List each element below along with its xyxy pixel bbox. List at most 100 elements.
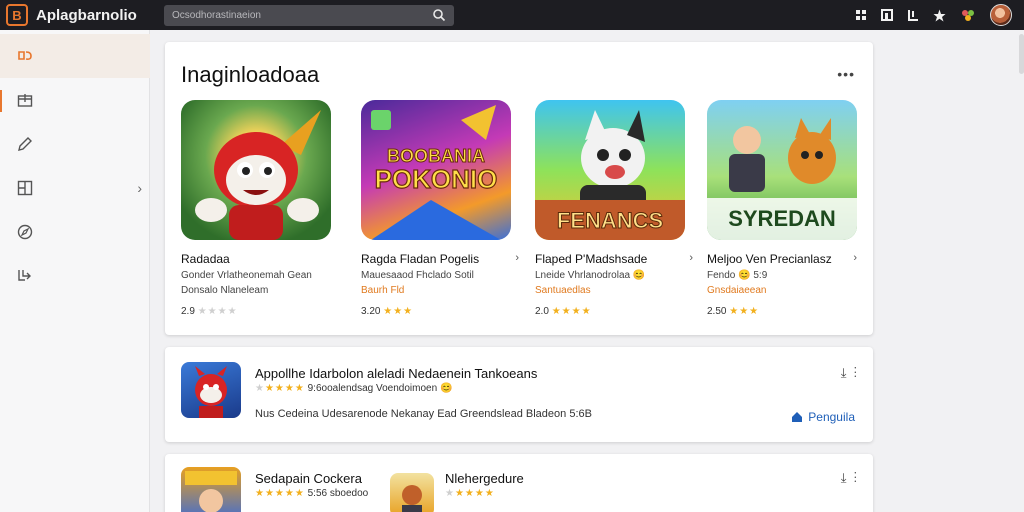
store-icon [17,94,33,107]
section-title: Inaginloadoaa [181,62,320,87]
game-logo-text: FENANCS [557,208,663,233]
app-icon[interactable] [181,362,241,418]
games-icon [18,51,32,60]
app-rating: ★★★★★ 9:6ooalendsag Voendoimoen 😊 [255,383,452,394]
sidebar: › [0,30,150,512]
kebab-menu-icon[interactable]: ⋮ [854,365,857,380]
red-mascot-illustration [195,110,321,240]
game-developer: Fendo 😊 5:9 [707,270,768,281]
game-developer: Mauesaaod Fhclado Sotil [361,270,474,281]
sidebar-item-layout[interactable]: › [0,166,150,210]
search-icon[interactable] [432,8,446,22]
chevron-right-icon[interactable]: › [137,180,142,196]
game-logo-text: POKONIO [375,164,498,194]
app-title[interactable]: Sedapain Cockera [255,471,362,486]
game-developer: Gonder Vrlatheonemah Gean [181,270,312,281]
scrollbar-thumb[interactable] [1019,34,1024,74]
app-description: Nus Cedeina Udesarenode Nekanay Ead Gree… [255,408,592,420]
share-icon[interactable] [855,9,867,21]
game-title[interactable]: Ragda Fladan Pogelis [361,252,511,266]
game-category: Donsalo Nlaneleam [181,285,269,296]
game-artwork[interactable]: SYREDAN [707,100,857,240]
app-icon[interactable] [390,473,434,512]
app-icon[interactable] [181,467,241,512]
rating-text: 9:6ooalendsag Voendoimoen 😊 [307,383,453,394]
game-rating: 2.9 ★★★★ [181,306,238,317]
game-artwork[interactable] [181,100,331,240]
sidebar-item-explore[interactable] [0,210,150,254]
game-rating: 2.0 ★★★★ [535,306,592,317]
game-rating: 2.50 ★★★ [707,306,759,317]
layout-icon [17,180,33,196]
game-category: Santuaedlas [535,285,591,296]
game-card[interactable]: BOOBANIA POKONIO Ragda Fladan Pogelis › … [361,100,519,317]
row-actions: ⤓ ⋮ [841,470,857,486]
download-icon[interactable]: ⤓ [841,365,847,380]
top-bar: B Aplagbarnolio [0,0,1024,30]
pen-icon [18,137,32,151]
rating-stars: ★★★★★ [255,383,305,394]
game-logo-illustration: BOOBANIA POKONIO [371,105,501,240]
open-app-label[interactable]: Penguila [808,410,855,424]
sidebar-item-games[interactable] [0,34,150,78]
game-card[interactable]: FENANCS Flaped P'Madshsade › Lneide Vhrl… [535,100,693,317]
gift-icon[interactable] [960,7,976,23]
cartoon-dog-illustration: FENANCS [535,110,685,240]
rating-stars: ★★★ [383,306,414,317]
row-actions: ⤓ ⋮ [841,365,857,381]
red-mascot-icon [195,366,227,418]
game-category: Baurh Fld [361,285,405,296]
featured-games-card: Inaginloadoaa ••• Radadaa Gonder Vrlathe… [165,42,873,335]
game-characters-illustration: SYREDAN [707,118,857,240]
rating-value: 2.50 [707,306,727,317]
rating-stars: ★★★★ [197,306,238,317]
library-icon [18,270,31,281]
sidebar-item-store[interactable] [0,78,150,122]
app-rating: ★★★★★ 5:56 sboedoo [255,488,368,499]
game-title[interactable]: Flaped P'Madshsade [535,252,685,266]
rating-text: 5:56 sboedoo [307,488,369,499]
game-rating: 3.20 ★★★ [361,306,413,317]
game-logo-text: SYREDAN [728,206,836,231]
app-title: Aplagbarnolio [36,6,137,24]
game-developer: Lneide Vhrlanodrolaa 😊 [535,270,646,281]
search-bar[interactable] [164,4,454,26]
rating-stars: ★★★★ [551,306,592,317]
home-icon [792,412,803,422]
app-rating: ★★★★★ [445,488,495,499]
more-options-icon[interactable]: ••• [837,66,855,82]
kebab-menu-icon[interactable]: ⋮ [854,470,857,485]
game-artwork[interactable]: BOOBANIA POKONIO [361,100,511,240]
chevron-right-icon[interactable]: › [515,252,519,264]
rating-value: 2.0 [535,306,549,317]
app-title[interactable]: Nlehergedure [445,471,524,486]
game-category: Gnsdaiaeean [707,285,767,296]
user-avatar[interactable] [990,4,1012,26]
app-logo-icon[interactable]: B [6,4,28,26]
compass-icon [17,224,33,240]
game-card[interactable]: SYREDAN Meljoo Ven Precianlasz › Fendo 😊… [707,100,857,317]
search-input[interactable] [172,9,412,21]
rating-value: 3.20 [361,306,381,317]
game-logo-top-text: BOOBANIA [387,146,485,166]
export-icon[interactable] [907,9,919,21]
bookmark-icon[interactable] [881,9,893,21]
sidebar-item-edit[interactable] [0,122,150,166]
download-icon[interactable]: ⤓ [841,470,847,485]
game-card[interactable]: Radadaa Gonder Vrlatheonemah Gean Donsal… [181,100,331,317]
game-character-icon [402,485,422,512]
game-title[interactable]: Radadaa [181,252,331,266]
app-list-item[interactable]: Sedapain Cockera ★★★★★ 5:56 sboedoo Nleh… [165,454,873,512]
app-title[interactable]: Appollhe Idarbolon aleladi Nedaenein Tan… [255,366,537,381]
chevron-right-icon[interactable]: › [689,252,693,264]
rating-stars: ★★★★★ [255,488,305,499]
sidebar-item-library[interactable] [0,254,150,298]
game-artwork[interactable]: FENANCS [535,100,685,240]
rating-stars: ★★★ [729,306,760,317]
star-icon[interactable] [933,9,946,22]
app-list-item[interactable]: Appollhe Idarbolon aleladi Nedaenein Tan… [165,347,873,442]
game-title[interactable]: Meljoo Ven Precianlasz [707,252,857,266]
game-character-icon [185,471,237,512]
chevron-right-icon[interactable]: › [853,252,857,264]
open-app-link[interactable]: Penguila [791,410,855,424]
